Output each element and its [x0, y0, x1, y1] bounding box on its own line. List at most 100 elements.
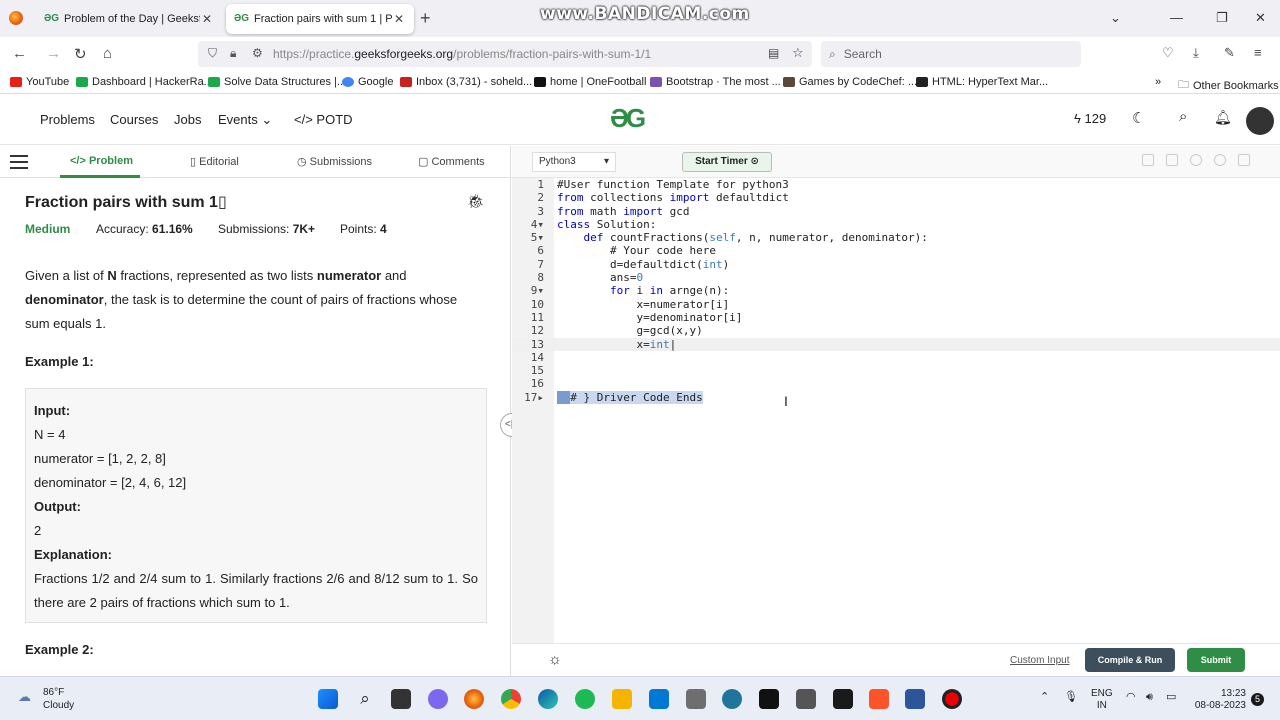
example-2-heading: Example 2:	[25, 642, 94, 657]
start-timer-button[interactable]: Start Timer ⊙	[682, 152, 772, 172]
other-bookmarks[interactable]: 🗀 Other Bookmarks	[1178, 76, 1279, 95]
downloads-icon[interactable]: ⤓	[1193, 45, 1199, 61]
brave-icon[interactable]	[869, 689, 889, 709]
language-indicator[interactable]: ENG IN	[1091, 688, 1113, 712]
bookmark-star-icon[interactable]: ☆	[792, 45, 804, 61]
pocket-icon[interactable]: ♡	[1162, 45, 1174, 61]
browser-search-box[interactable]: ⌕ Search	[821, 41, 1081, 67]
report-bug-icon[interactable]: 🐞︎	[467, 193, 485, 210]
bookmark-bootstrap[interactable]: Bootstrap · The most ...	[650, 76, 781, 88]
settings-icon[interactable]	[1190, 154, 1202, 166]
bookmark-gmail[interactable]: Inbox (3,731) - soheld...	[400, 76, 532, 88]
task-view-icon[interactable]	[391, 689, 411, 709]
new-tab-icon[interactable]: +	[420, 8, 431, 29]
user-avatar[interactable]	[1246, 107, 1274, 135]
weather-widget[interactable]: ☁ 86°F Cloudy	[18, 686, 74, 712]
code-line: 12 g=gcd(x,y)	[530, 324, 703, 338]
app-icon[interactable]	[686, 689, 706, 709]
compile-run-button[interactable]: Compile & Run	[1085, 648, 1175, 672]
tab-list-chevron-icon[interactable]: ⌄	[1110, 10, 1121, 26]
lock-icon[interactable]: 🔒︎	[230, 46, 236, 61]
notification-bell-icon[interactable]: 🔔︎	[1214, 109, 1232, 126]
chat-icon[interactable]	[428, 689, 448, 709]
bookmark-label: Inbox (3,731) - soheld...	[416, 76, 533, 88]
close-window-icon[interactable]: ✕	[1255, 10, 1266, 26]
chrome-icon[interactable]	[501, 689, 521, 709]
app-icon[interactable]	[796, 689, 816, 709]
tab-problem[interactable]: </> Problem	[70, 155, 133, 167]
word-icon[interactable]	[905, 689, 925, 709]
dark-mode-icon[interactable]: ☾	[1132, 109, 1145, 127]
nav-problems[interactable]: Problems	[40, 112, 95, 127]
wordpress-icon[interactable]	[722, 689, 742, 709]
tab-comments[interactable]: ▢ Comments	[418, 155, 485, 168]
bookmark-google[interactable]: Google	[342, 76, 393, 88]
record-icon[interactable]	[942, 689, 962, 709]
bookmark-hackerrank[interactable]: Dashboard | HackerRa...	[76, 76, 213, 88]
search-icon[interactable]: ⌕	[1179, 108, 1187, 125]
forward-icon[interactable]: →	[46, 45, 61, 62]
battery-icon[interactable]: ▭	[1166, 691, 1176, 703]
permissions-icon[interactable]: ⚙	[252, 46, 263, 60]
firefox-icon[interactable]	[464, 689, 484, 709]
gfg-logo[interactable]: ƏG	[610, 103, 646, 134]
home-icon[interactable]: ⌂	[103, 45, 112, 62]
extensions-icon[interactable]: ✎	[1224, 45, 1235, 61]
nav-jobs[interactable]: Jobs	[174, 112, 201, 127]
bookmarks-overflow-icon[interactable]: »	[1155, 76, 1161, 88]
nav-events[interactable]: Events ⌄	[218, 112, 272, 128]
chevron-down-icon: ⌄	[261, 112, 273, 127]
microphone-icon[interactable]: 🎙︎	[1064, 691, 1078, 703]
lightbulb-icon[interactable]: ☼	[548, 651, 562, 668]
reader-view-icon[interactable]: ▤	[768, 46, 779, 60]
reload-icon[interactable]: ↻	[74, 45, 87, 63]
close-tab-icon[interactable]: ✕	[200, 12, 214, 26]
nav-potd[interactable]: </> POTD	[294, 112, 353, 127]
folded-code-marker-icon[interactable]: ↔↔	[557, 390, 571, 404]
gfg-favicon-icon: ƏG	[44, 13, 60, 24]
spotify-icon[interactable]	[575, 689, 595, 709]
app-icon[interactable]	[833, 689, 853, 709]
shield-icon[interactable]: ⛉	[208, 46, 217, 61]
menu-icon[interactable]: ≡	[1254, 45, 1262, 60]
firefox-icon[interactable]	[9, 11, 23, 25]
bookmark-html[interactable]: HTML: HyperText Mar...	[916, 76, 1048, 88]
tab-editorial[interactable]: ▯ Editorial	[190, 155, 239, 168]
streak-counter[interactable]: ϟ 129	[1074, 111, 1106, 126]
url-bar[interactable]: ⛉ 🔒︎ ⚙ https://practice.geeksforgeeks.or…	[198, 41, 812, 67]
clock[interactable]: 13:23 08-08-2023	[1190, 688, 1246, 712]
bookmark-youtube[interactable]: YouTube	[10, 76, 69, 88]
edge-icon[interactable]	[538, 689, 558, 709]
copy-icon[interactable]	[1142, 154, 1154, 166]
volume-icon[interactable]: 🔊︎	[1146, 691, 1153, 703]
windows-start-icon[interactable]	[318, 689, 338, 709]
custom-input-link[interactable]: Custom Input	[1010, 655, 1069, 666]
terminal-icon[interactable]	[759, 689, 779, 709]
close-tab-icon[interactable]: ✕	[392, 12, 406, 26]
bookmark-icon[interactable]: ▯	[218, 194, 227, 211]
search-icon[interactable]: ⌕	[355, 689, 375, 709]
fullscreen-icon[interactable]	[1238, 154, 1250, 166]
code-text: y=denominator[i]	[557, 310, 743, 324]
language-select[interactable]: Python3 ▾	[532, 152, 616, 172]
browser-tab-potd[interactable]: ƏG Problem of the Day | GeeksforG ✕	[36, 4, 222, 34]
hamburger-menu-icon[interactable]	[10, 155, 28, 169]
nav-courses[interactable]: Courses	[110, 112, 158, 127]
file-explorer-icon[interactable]	[612, 689, 632, 709]
bookmark-codechef[interactable]: Games by CodeChef: ...	[783, 76, 917, 88]
wifi-icon[interactable]: ◠	[1126, 691, 1136, 703]
tab-submissions[interactable]: ◷ Submissions	[297, 155, 372, 168]
tray-expand-icon[interactable]: ⌃	[1040, 691, 1049, 703]
code-editor[interactable]: 1 #User function Template for python3 2 fr…	[512, 178, 1280, 405]
restore-icon[interactable]: ❐	[1216, 10, 1228, 26]
submit-button[interactable]: Submit	[1187, 648, 1245, 672]
vscode-icon[interactable]	[649, 689, 669, 709]
bookmark-onefootball[interactable]: home | OneFootball	[534, 76, 646, 88]
minimize-icon[interactable]: —	[1170, 10, 1183, 25]
browser-tab-fraction-pairs[interactable]: ƏG Fraction pairs with sum 1 | Prac ✕	[226, 4, 414, 34]
back-icon[interactable]: ←	[12, 45, 27, 62]
notification-badge[interactable]: 5	[1251, 693, 1264, 706]
bookmark-solve-ds[interactable]: Solve Data Structures |...	[208, 76, 346, 88]
reset-icon[interactable]	[1214, 154, 1226, 166]
paste-icon[interactable]	[1166, 154, 1178, 166]
